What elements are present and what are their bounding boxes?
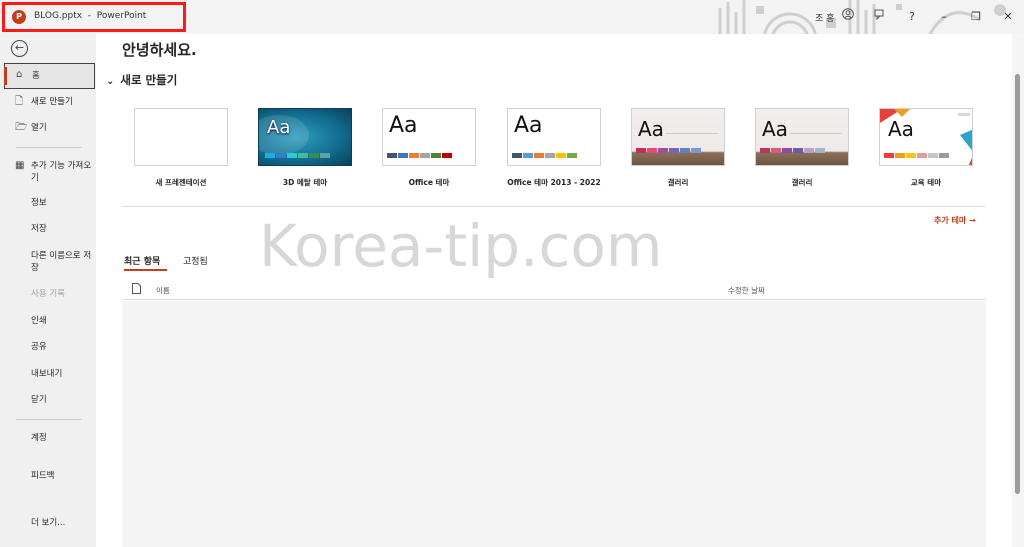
sidebar-item-print[interactable]: 인쇄 bbox=[4, 315, 95, 327]
chevron-down-icon: ⌄ bbox=[106, 76, 115, 87]
sidebar-item-more[interactable]: 더 보기... bbox=[4, 517, 95, 529]
sidebar-item-label: 다른 이름으로 저장 bbox=[31, 251, 92, 273]
sidebar-item-label: 계정 bbox=[31, 433, 47, 443]
sidebar-divider bbox=[16, 419, 82, 420]
sidebar-item-label: 내보내기 bbox=[31, 369, 63, 379]
folder-open-icon: 🗁 bbox=[15, 122, 28, 133]
tab-recent[interactable]: 최근 항목 bbox=[124, 254, 160, 267]
sidebar-item-history: 사용 기록 bbox=[4, 288, 95, 300]
column-header-modified[interactable]: 수정한 날짜 bbox=[728, 285, 765, 296]
template-gallery-2[interactable]: Aa 갤러리 bbox=[747, 108, 857, 188]
home-icon: ⌂ bbox=[16, 69, 23, 80]
new-section-label: 새로 만들기 bbox=[120, 73, 178, 87]
close-icon[interactable]: ✕ bbox=[998, 7, 1018, 27]
color-swatches bbox=[636, 148, 701, 153]
template-label: 갤러리 bbox=[667, 178, 689, 187]
template-label: 3D 메탈 테마 bbox=[282, 178, 328, 187]
sidebar-item-share[interactable]: 공유 bbox=[4, 341, 95, 353]
template-thumbnail: Aa bbox=[631, 108, 725, 166]
vertical-scrollbar[interactable] bbox=[1012, 34, 1024, 547]
thumb-aa-text: Aa bbox=[888, 117, 914, 141]
sidebar-item-new[interactable]: 🗋 새로 만들기 bbox=[4, 96, 95, 108]
thumb-aa-text: Aa bbox=[514, 113, 543, 138]
sidebar-item-label: 더 보기... bbox=[31, 518, 66, 528]
sidebar-item-label: 인쇄 bbox=[31, 316, 47, 326]
color-swatches bbox=[512, 153, 577, 158]
thumb-aa-text: Aa bbox=[638, 117, 664, 141]
sidebar-item-label: 정보 bbox=[31, 198, 47, 208]
column-header-name[interactable]: 이름 bbox=[156, 285, 170, 296]
sidebar-item-label: 공유 bbox=[31, 342, 47, 352]
backstage-sidebar: ← ⌂ 홈 🗋 새로 만들기 🗁 열기 ▦ 추가 기능 가져오기 정보 저장 다… bbox=[0, 34, 96, 547]
template-label: 갤러리 bbox=[791, 178, 813, 187]
thumb-aa-text: Aa bbox=[267, 117, 291, 138]
title-bar: P BLOG.pptx - PowerPoint 조 홍 ? – ❐ ✕ bbox=[0, 0, 1024, 34]
template-thumbnail: Aa bbox=[382, 108, 476, 166]
template-thumbnail: Aa bbox=[755, 108, 849, 166]
template-label: 새 프레젠테이션 bbox=[155, 178, 207, 187]
home-pane: 안녕하세요. ⌄ 새로 만들기 새 프레젠테이션 Aa 3D 메탈 테마 Aa O… bbox=[96, 34, 1010, 547]
feedback-icon[interactable] bbox=[870, 7, 890, 27]
user-icon[interactable] bbox=[838, 7, 858, 27]
new-document-icon: 🗋 bbox=[15, 96, 24, 107]
sidebar-divider bbox=[16, 147, 82, 148]
sidebar-item-label: 열기 bbox=[31, 123, 47, 133]
template-label: Office 테마 bbox=[408, 178, 450, 187]
template-thumbnail: Aa bbox=[507, 108, 601, 166]
template-office-2013[interactable]: Aa Office 테마 2013 - 2022 bbox=[499, 108, 609, 188]
color-swatches bbox=[387, 153, 452, 158]
template-office-theme[interactable]: Aa Office 테마 bbox=[374, 108, 484, 188]
sidebar-item-get-addins[interactable]: ▦ 추가 기능 가져오기 bbox=[4, 160, 92, 184]
sidebar-item-account[interactable]: 계정 bbox=[4, 432, 95, 444]
sidebar-item-label: 저장 bbox=[31, 224, 47, 234]
minimize-icon[interactable]: – bbox=[934, 7, 954, 27]
user-name[interactable]: 조 홍 bbox=[815, 11, 834, 24]
sidebar-item-close[interactable]: 닫기 bbox=[4, 394, 95, 406]
template-blank[interactable]: 새 프레젠테이션 bbox=[126, 108, 236, 188]
help-icon[interactable]: ? bbox=[902, 7, 922, 27]
color-swatches bbox=[760, 148, 825, 153]
template-gallery-1[interactable]: Aa 갤러리 bbox=[623, 108, 733, 188]
sidebar-item-label: 피드백 bbox=[31, 471, 55, 481]
sidebar-item-label: 홈 bbox=[32, 71, 40, 81]
back-arrow-icon[interactable]: ← bbox=[11, 40, 28, 57]
sidebar-item-save-as[interactable]: 다른 이름으로 저장 bbox=[4, 250, 92, 274]
watermark-text: Korea-tip.com bbox=[259, 212, 663, 280]
tab-active-indicator bbox=[124, 269, 167, 271]
title-highlight-box bbox=[2, 2, 186, 32]
sidebar-item-label: 닫기 bbox=[31, 395, 47, 405]
template-thumbnail: Aa bbox=[879, 108, 973, 166]
color-swatches bbox=[265, 153, 330, 158]
template-education[interactable]: Aa 교육 테마 bbox=[871, 108, 981, 188]
page-title: 안녕하세요. bbox=[122, 41, 197, 59]
scrollbar-thumb[interactable] bbox=[1015, 74, 1020, 494]
template-label: Office 테마 2013 - 2022 bbox=[507, 178, 601, 187]
template-3d-metal[interactable]: Aa 3D 메탈 테마 bbox=[250, 108, 360, 188]
sidebar-item-save[interactable]: 저장 bbox=[4, 223, 95, 235]
sidebar-item-label: 새로 만들기 bbox=[31, 97, 73, 107]
restore-icon[interactable]: ❐ bbox=[966, 7, 986, 27]
tab-pinned[interactable]: 고정됨 bbox=[183, 254, 208, 267]
sidebar-item-label: 추가 기능 가져오기 bbox=[31, 161, 92, 183]
sidebar-item-open[interactable]: 🗁 열기 bbox=[4, 122, 95, 134]
thumb-aa-text: Aa bbox=[389, 113, 418, 138]
more-themes-link[interactable]: 추가 테마 → bbox=[934, 215, 976, 226]
addins-grid-icon: ▦ bbox=[15, 160, 25, 171]
template-thumbnail: Aa bbox=[258, 108, 352, 166]
template-thumbnail bbox=[134, 108, 228, 166]
template-label: 교육 테마 bbox=[910, 178, 942, 187]
thumb-aa-text: Aa bbox=[762, 117, 788, 141]
new-section-header[interactable]: ⌄ 새로 만들기 bbox=[106, 72, 177, 88]
recent-files-list bbox=[122, 301, 986, 547]
sidebar-item-feedback[interactable]: 피드백 bbox=[4, 470, 95, 482]
sidebar-item-info[interactable]: 정보 bbox=[4, 197, 95, 209]
color-swatches bbox=[884, 153, 949, 158]
section-divider bbox=[122, 206, 986, 207]
recent-files-header: 이름 수정한 날짜 bbox=[122, 282, 986, 300]
sidebar-item-label: 사용 기록 bbox=[31, 289, 65, 299]
sidebar-item-home[interactable]: ⌂ 홈 bbox=[3, 63, 95, 89]
file-type-icon bbox=[132, 283, 141, 294]
sidebar-item-export[interactable]: 내보내기 bbox=[4, 368, 95, 380]
